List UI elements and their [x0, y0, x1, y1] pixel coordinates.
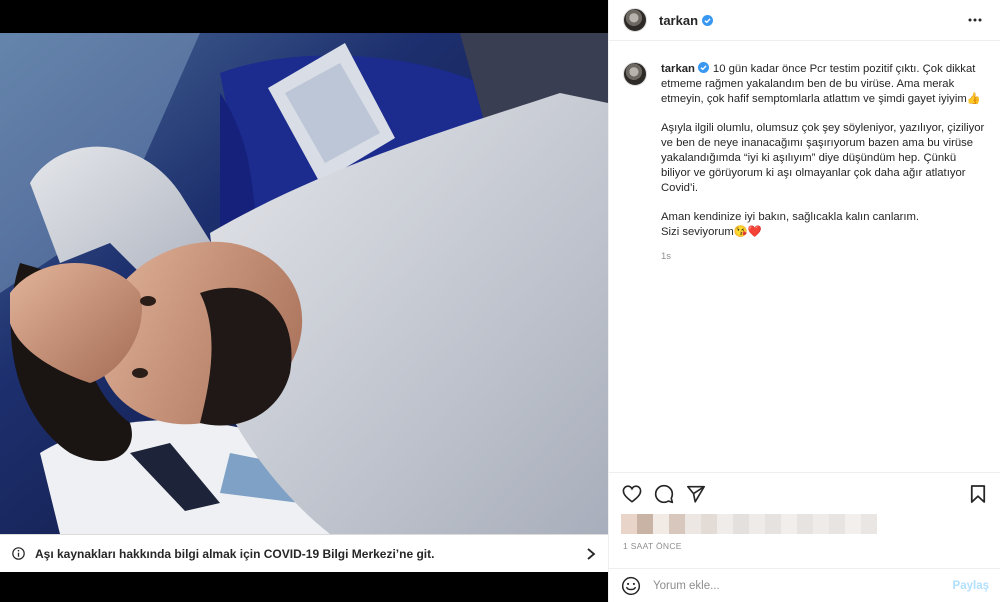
- post-media-area: Aşı kaynakları hakkında bilgi almak için…: [0, 0, 608, 602]
- caption-paragraph-2: Aşıyla ilgili olumlu, olumsuz çok şey sö…: [661, 122, 985, 194]
- post-timestamp[interactable]: 1 SAAT ÖNCE: [623, 541, 682, 551]
- comment-bar: Paylaş: [609, 568, 1000, 602]
- verified-badge-icon: [702, 14, 714, 26]
- bookmark-icon: [970, 484, 986, 503]
- more-options-button[interactable]: [963, 8, 987, 32]
- likes-section[interactable]: [621, 514, 877, 534]
- emoji-smile-icon[interactable]: [621, 576, 641, 596]
- comment-input[interactable]: [653, 579, 953, 592]
- post-photo[interactable]: [0, 33, 608, 534]
- heart-icon: [622, 484, 642, 503]
- covid-banner-text: Aşı kaynakları hakkında bilgi almak için…: [35, 546, 435, 561]
- avatar[interactable]: [623, 62, 647, 86]
- verified-badge-icon: [697, 62, 709, 73]
- chevron-right-icon: [587, 547, 596, 560]
- caption-time-ago[interactable]: 1s: [661, 249, 987, 264]
- caption-paragraph-1: tarkan 10 gün kadar önce Pcr testim pozit…: [661, 62, 987, 107]
- post-detail-panel: tarkan tarkan 10 gün kadar önce Pcr testi…: [608, 0, 1000, 602]
- avatar[interactable]: [623, 8, 647, 32]
- like-button[interactable]: [621, 483, 643, 505]
- post-actions: [609, 472, 1000, 514]
- caption-body: tarkan 10 gün kadar önce Pcr testim pozit…: [661, 62, 987, 264]
- info-circle-icon: [12, 547, 25, 560]
- save-button[interactable]: [967, 483, 989, 505]
- post-header: tarkan: [609, 0, 1000, 41]
- post-photo-illustration: [0, 33, 608, 534]
- caption-area: tarkan 10 gün kadar önce Pcr testim pozit…: [609, 41, 1000, 472]
- paper-plane-icon: [686, 485, 705, 503]
- caption: tarkan 10 gün kadar önce Pcr testim pozit…: [623, 62, 987, 264]
- caption-text-1: 10 gün kadar önce Pcr testim pozitif çık…: [661, 63, 981, 105]
- covid-info-banner[interactable]: Aşı kaynakları hakkında bilgi almak için…: [0, 534, 608, 572]
- header-username[interactable]: tarkan: [659, 13, 698, 28]
- caption-paragraph-3: Aman kendinize iyi bakın, sağlıcakla kal…: [661, 211, 920, 238]
- caption-username[interactable]: tarkan: [661, 63, 695, 75]
- comment-bubble-icon: [654, 484, 674, 503]
- share-button[interactable]: [685, 483, 707, 505]
- post-comment-button[interactable]: Paylaş: [953, 580, 989, 592]
- more-horizontal-icon: [968, 18, 982, 22]
- comment-button[interactable]: [653, 483, 675, 505]
